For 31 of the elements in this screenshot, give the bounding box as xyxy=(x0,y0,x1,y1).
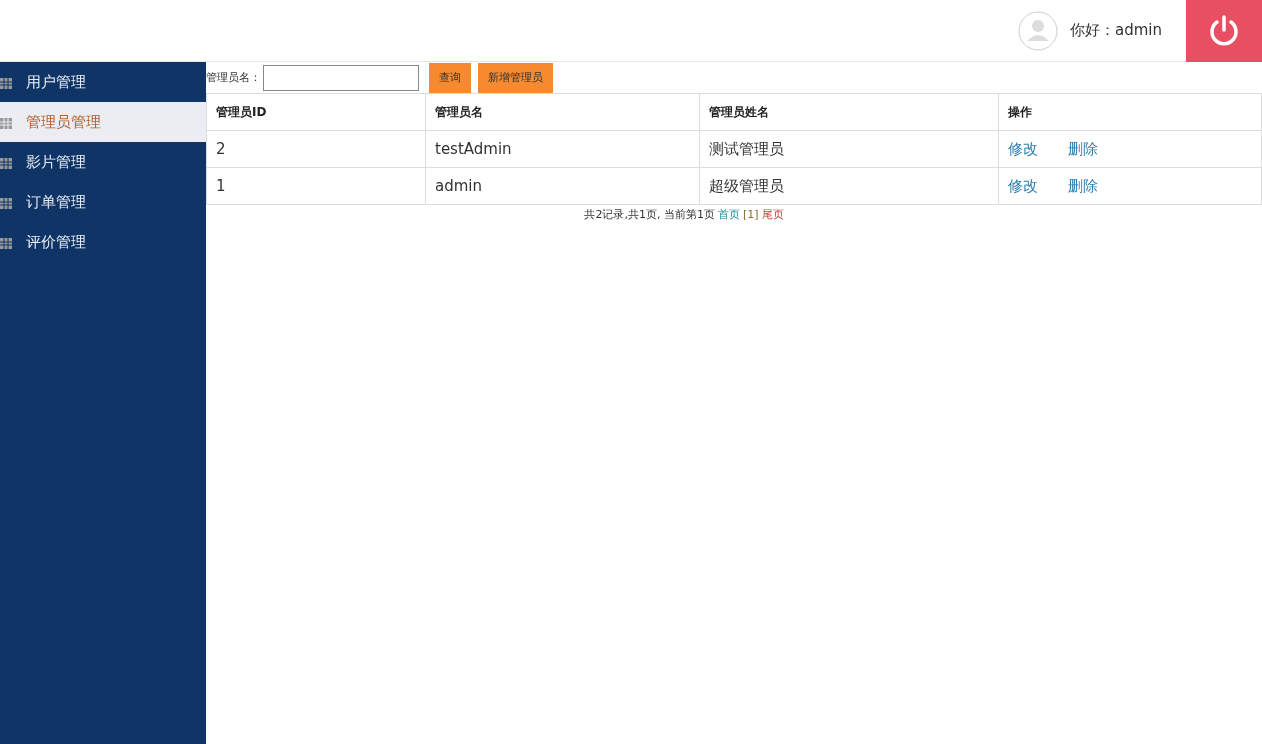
power-button[interactable] xyxy=(1186,0,1262,62)
input-field[interactable] xyxy=(263,64,419,91)
column-header: 管理员ID xyxy=(206,94,426,131)
edit-link[interactable]: 修改 xyxy=(1008,176,1038,195)
sidebar-item[interactable]: 用户管理 xyxy=(0,62,206,102)
sidebar-item[interactable]: 订单管理 xyxy=(0,182,206,222)
table-cell: admin xyxy=(425,167,700,205)
sidebar-item[interactable]: 评价管理 xyxy=(0,222,206,262)
table-cell: 测试管理员 xyxy=(699,130,999,168)
last-page-link[interactable]: 尾页 xyxy=(761,208,784,221)
search-label: 管理员名： xyxy=(206,70,261,85)
edit-link[interactable]: 修改 xyxy=(1008,139,1038,158)
delete-link[interactable]: 删除 xyxy=(1068,176,1098,195)
delete-link[interactable]: 删除 xyxy=(1068,139,1098,158)
add-button[interactable]: 新增管理员 xyxy=(478,62,553,93)
page-number-link[interactable]: [1] xyxy=(742,208,759,221)
table-cell: 2 xyxy=(206,130,426,168)
calendar-icon xyxy=(0,115,12,129)
pagination-summary: 共2记录,共1页, 当前第1页 xyxy=(584,208,715,221)
avatar-icon xyxy=(1018,10,1058,51)
column-header: 管理员姓名 xyxy=(699,94,999,131)
table-cell: testAdmin xyxy=(425,130,700,168)
column-header: 管理员名 xyxy=(425,94,700,131)
sidebar-item[interactable]: 影片管理 xyxy=(0,142,206,182)
sidebar-item[interactable]: 管理员管理 xyxy=(0,102,206,142)
table-cell: 超级管理员 xyxy=(699,167,999,205)
first-page-link[interactable]: 首页 xyxy=(717,208,740,221)
column-header: 操作 xyxy=(998,94,1262,131)
greeting-text: 你好：admin xyxy=(1070,21,1162,40)
table-cell: 1 xyxy=(206,167,426,205)
search-button[interactable]: 查询 xyxy=(429,62,471,93)
